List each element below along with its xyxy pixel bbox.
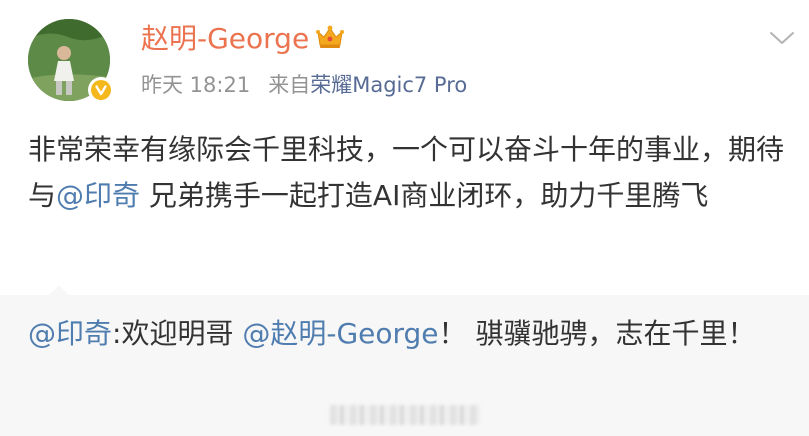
post-meta: 昨天 18:21 来自荣耀Magic7 Pro [141, 75, 467, 96]
mention-link[interactable]: @印奇 [56, 179, 140, 212]
verified-badge-icon [88, 77, 114, 103]
blurred-image-strip [330, 405, 480, 425]
repost-text-2: ！ 骐骥驰骋，志在千里！ [438, 317, 756, 350]
weibo-post-card: 赵明-George 昨天 18:21 来自荣耀Magic7 Pro 非常荣幸有缘际… [0, 0, 809, 436]
crown-icon [315, 24, 345, 54]
username-row: 赵明-George [141, 24, 345, 54]
avatar[interactable] [28, 19, 114, 103]
chevron-down-icon[interactable] [769, 30, 795, 50]
post-content: 非常荣幸有缘际会千里科技，一个可以奋斗十年的事业，期待与@印奇 兄弟携手一起打造… [28, 127, 788, 219]
post-time: 昨天 18:21 [141, 73, 251, 97]
repost-content: @印奇:欢迎明哥 @赵明-George！ 骐骥驰骋，志在千里！ [28, 311, 788, 357]
source-client[interactable]: 荣耀Magic7 Pro [310, 73, 467, 97]
repost-text-1: :欢迎明哥 [112, 317, 243, 350]
content-text-2: 兄弟携手一起打造AI商业闭环，助力千里腾飞 [140, 179, 709, 212]
repost-author-link[interactable]: @印奇 [28, 317, 112, 350]
source-prefix: 来自 [268, 73, 311, 97]
username[interactable]: 赵明-George [141, 25, 309, 53]
repost-mention-link[interactable]: @赵明-George [242, 317, 438, 350]
